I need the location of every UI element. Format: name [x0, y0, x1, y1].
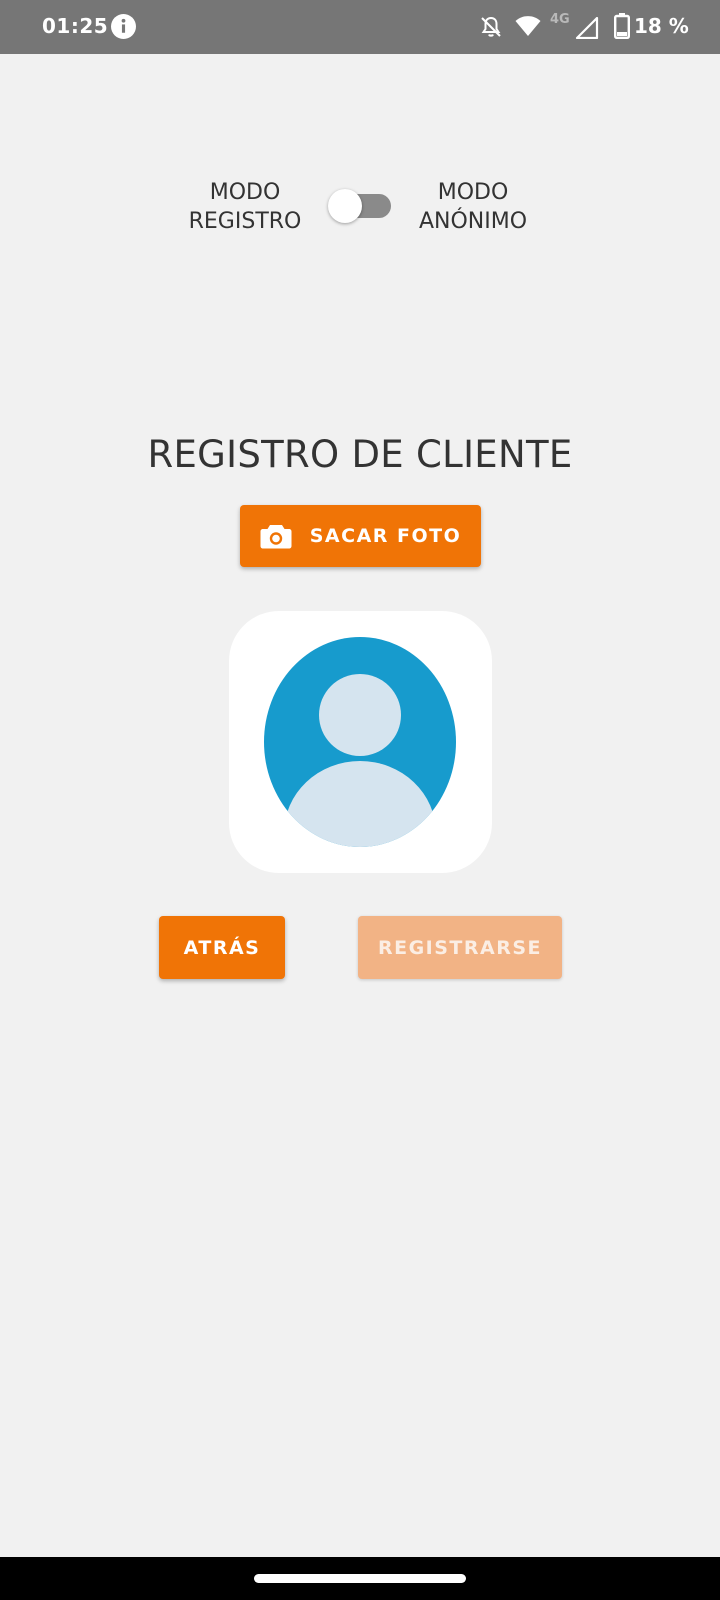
status-time: 01:25 [42, 14, 109, 38]
mode-anonymous-label-line1: MODO [437, 180, 509, 205]
mode-anonymous-label-line2: ANÓNIMO [418, 209, 528, 234]
mode-register-label: MODO REGISTRO [180, 178, 310, 236]
register-button-label: REGISTRARSE [377, 936, 543, 959]
user-avatar-icon [264, 637, 456, 847]
page-title: REGISTRO DE CLIENTE [147, 433, 573, 476]
info-icon [111, 14, 136, 39]
take-photo-label: SACAR FOTO [309, 525, 462, 547]
register-button[interactable]: REGISTRARSE [358, 916, 562, 979]
mode-register-label-line2: REGISTRO [188, 209, 302, 234]
camera-icon [260, 525, 292, 549]
network-type: 4G [550, 12, 570, 27]
status-bar: 01:25 4G 18 % [0, 0, 720, 54]
battery-icon [614, 13, 630, 39]
mode-switch-thumb[interactable] [328, 189, 362, 223]
bell-off-icon [481, 16, 501, 37]
take-photo-button[interactable]: SACAR FOTO [240, 505, 481, 567]
mode-anonymous-label: MODO ANÓNIMO [408, 178, 538, 236]
mode-switch[interactable] [328, 189, 392, 225]
home-gesture-handle[interactable] [254, 1574, 466, 1583]
mode-register-label-line1: MODO [209, 180, 281, 205]
wifi-icon [515, 16, 541, 36]
back-button-label: ATRÁS [183, 936, 261, 959]
back-button[interactable]: ATRÁS [159, 916, 285, 979]
battery-percent: 18 % [634, 14, 689, 38]
profile-photo-card [229, 611, 492, 873]
signal-icon [575, 17, 599, 39]
navigation-bar [0, 1557, 720, 1600]
